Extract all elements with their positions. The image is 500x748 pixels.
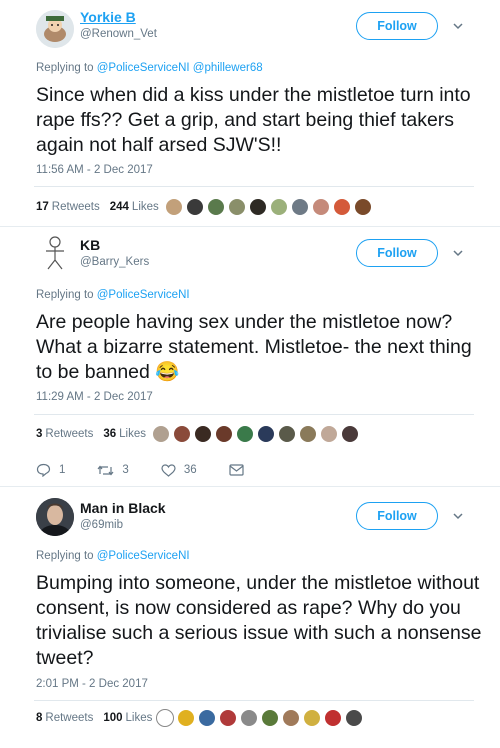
follow-button[interactable]: Follow xyxy=(356,502,438,530)
liker-avatar[interactable] xyxy=(156,709,174,727)
liker-avatar[interactable] xyxy=(270,198,288,216)
likes-label: Likes xyxy=(119,428,146,440)
liker-avatar[interactable] xyxy=(312,198,330,216)
avatar[interactable] xyxy=(36,10,74,48)
reply-count: 1 xyxy=(59,464,66,476)
user-handle[interactable]: @Renown_Vet xyxy=(80,28,157,40)
tweet-2: KB @Barry_Kers Follow Replying to @Polic… xyxy=(0,226,500,486)
avatar[interactable] xyxy=(36,498,74,536)
like-count[interactable]: 36 xyxy=(103,428,116,440)
retweets-label: Retweets xyxy=(45,712,94,724)
engagement-stats: 17 Retweets 244 Likes xyxy=(36,201,159,213)
avatar[interactable] xyxy=(36,234,74,272)
liker-avatar[interactable] xyxy=(198,709,216,727)
retweet-count[interactable]: 3 xyxy=(36,428,42,440)
likes-label: Likes xyxy=(131,201,159,213)
liker-avatar[interactable] xyxy=(320,425,338,443)
retweet-action-count: 3 xyxy=(122,464,129,476)
liker-avatar[interactable] xyxy=(173,425,191,443)
reply-mentions[interactable]: @PoliceServiceNI xyxy=(97,550,190,562)
heart-icon xyxy=(161,463,176,477)
display-name[interactable]: Man in Black xyxy=(80,500,166,516)
like-action-count: 36 xyxy=(183,464,197,476)
display-name[interactable]: KB xyxy=(80,237,100,253)
reply-mentions[interactable]: @PoliceServiceNI xyxy=(97,289,190,301)
engagement-stats: 3 Retweets 36 Likes xyxy=(36,428,146,440)
stick-figure-avatar-icon xyxy=(46,236,64,270)
liker-avatar[interactable] xyxy=(299,425,317,443)
liker-avatar[interactable] xyxy=(219,709,237,727)
liker-avatar[interactable] xyxy=(228,198,246,216)
liker-avatar[interactable] xyxy=(249,198,267,216)
tweet-1: Yorkie B @Renown_Vet Follow Replying to … xyxy=(0,0,500,226)
tweet-text: Bumping into someone, under the mistleto… xyxy=(36,572,482,669)
engagement-stats: 8 Retweets 100 Likes xyxy=(36,712,152,724)
liker-avatar[interactable] xyxy=(282,709,300,727)
liker-avatars xyxy=(152,425,362,443)
liker-avatar[interactable] xyxy=(194,425,212,443)
liker-avatars xyxy=(165,198,375,216)
follow-button[interactable]: Follow xyxy=(356,239,438,267)
liker-avatar[interactable] xyxy=(186,198,204,216)
person-photo-avatar-icon xyxy=(36,498,74,536)
reply-prefix: Replying to xyxy=(36,289,97,301)
chevron-down-icon[interactable] xyxy=(452,20,464,32)
like-count[interactable]: 244 xyxy=(110,201,129,213)
reply-action[interactable]: 1 xyxy=(36,463,65,477)
like-count[interactable]: 100 xyxy=(103,712,122,724)
retweets-label: Retweets xyxy=(45,428,94,440)
liker-avatar[interactable] xyxy=(341,425,359,443)
display-name[interactable]: Yorkie B xyxy=(80,9,136,25)
tweet-text: Since when did a kiss under the mistleto… xyxy=(36,84,471,156)
liker-avatar[interactable] xyxy=(303,709,321,727)
divider xyxy=(34,414,474,415)
liker-avatar[interactable] xyxy=(236,425,254,443)
tweet-actions: 1 3 36 xyxy=(36,463,284,477)
liker-avatar[interactable] xyxy=(257,425,275,443)
retweet-count[interactable]: 8 xyxy=(36,712,42,724)
reply-context: Replying to @PoliceServiceNI xyxy=(36,550,190,562)
liker-avatar[interactable] xyxy=(165,198,183,216)
liker-avatar[interactable] xyxy=(278,425,296,443)
likes-label: Likes xyxy=(125,712,153,724)
liker-avatar[interactable] xyxy=(177,709,195,727)
user-handle[interactable]: @Barry_Kers xyxy=(80,256,149,268)
liker-avatar[interactable] xyxy=(207,198,225,216)
divider xyxy=(34,700,474,701)
retweet-action[interactable]: 3 xyxy=(97,464,129,477)
retweet-icon xyxy=(97,465,114,475)
cartoon-avatar-icon xyxy=(36,10,74,48)
reply-context: Replying to @PoliceServiceNI @phillewer6… xyxy=(36,62,263,74)
liker-avatar[interactable] xyxy=(215,425,233,443)
follow-button[interactable]: Follow xyxy=(356,12,438,40)
reply-mentions[interactable]: @PoliceServiceNI @phillewer68 xyxy=(97,62,263,74)
direct-message-action[interactable] xyxy=(229,464,252,476)
liker-avatar[interactable] xyxy=(324,709,342,727)
tweet-timestamp[interactable]: 11:29 AM - 2 Dec 2017 xyxy=(36,391,153,403)
liker-avatars xyxy=(156,709,366,727)
user-handle[interactable]: @69mib xyxy=(80,519,123,531)
retweets-label: Retweets xyxy=(51,201,100,213)
reply-icon xyxy=(36,463,51,477)
liker-avatar[interactable] xyxy=(333,198,351,216)
chevron-down-icon[interactable] xyxy=(452,247,464,259)
reply-prefix: Replying to xyxy=(36,550,97,562)
envelope-icon xyxy=(229,464,244,476)
reply-prefix: Replying to xyxy=(36,62,97,74)
retweet-count[interactable]: 17 xyxy=(36,201,49,213)
tweet-3: Man in Black @69mib Follow Replying to @… xyxy=(0,486,500,748)
liker-avatar[interactable] xyxy=(354,198,372,216)
chevron-down-icon[interactable] xyxy=(452,510,464,522)
reply-context: Replying to @PoliceServiceNI xyxy=(36,289,190,301)
liker-avatar[interactable] xyxy=(261,709,279,727)
liker-avatar[interactable] xyxy=(152,425,170,443)
liker-avatar[interactable] xyxy=(291,198,309,216)
tweet-timestamp[interactable]: 11:56 AM - 2 Dec 2017 xyxy=(36,164,153,176)
liker-avatar[interactable] xyxy=(345,709,363,727)
tweet-timestamp[interactable]: 2:01 PM - 2 Dec 2017 xyxy=(36,678,148,690)
tweet-text: Are people having sex under the mistleto… xyxy=(36,311,472,383)
liker-avatar[interactable] xyxy=(240,709,258,727)
like-action[interactable]: 36 xyxy=(161,463,197,477)
divider xyxy=(34,186,474,187)
